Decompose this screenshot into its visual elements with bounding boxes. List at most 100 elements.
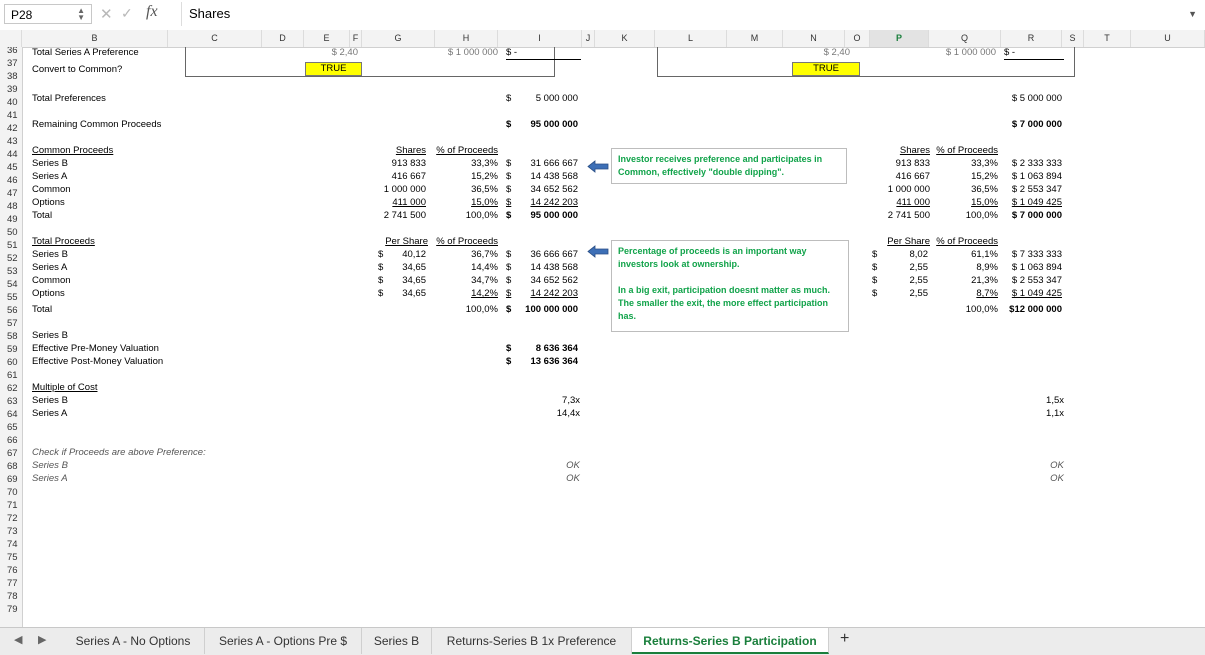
- chevron-down-icon[interactable]: ▼: [1188, 9, 1197, 19]
- convert-flag-right[interactable]: TRUE: [792, 62, 860, 76]
- row-header[interactable]: 55: [0, 292, 21, 303]
- row-header[interactable]: 41: [0, 110, 21, 121]
- total-proceeds-heading: Total Proceeds: [32, 236, 95, 247]
- row-header[interactable]: 74: [0, 539, 21, 550]
- total-row-per-share: 34,65: [402, 262, 426, 273]
- common-row-pct: 33,3%: [471, 158, 498, 169]
- column-header-n[interactable]: N: [783, 30, 845, 47]
- column-header-s[interactable]: S: [1062, 30, 1084, 47]
- row-header[interactable]: 70: [0, 487, 21, 498]
- row-header[interactable]: 59: [0, 344, 21, 355]
- row-header[interactable]: 39: [0, 84, 21, 95]
- column-header-c[interactable]: C: [168, 30, 262, 47]
- column-header-d[interactable]: D: [262, 30, 304, 47]
- row-header[interactable]: 79: [0, 604, 21, 615]
- column-header-b[interactable]: B: [22, 30, 168, 47]
- sheet-tab[interactable]: Series A - No Options: [62, 628, 205, 654]
- row-header[interactable]: 77: [0, 578, 21, 589]
- total-row-label: Series B: [32, 249, 68, 260]
- common-row-pct: 15,0%: [471, 197, 498, 208]
- column-header-q[interactable]: Q: [929, 30, 1001, 47]
- column-header-l[interactable]: L: [655, 30, 727, 47]
- confirm-icon[interactable]: ✓: [121, 5, 133, 22]
- sheet-tab[interactable]: Series A - Options Pre $: [205, 628, 362, 654]
- row-header[interactable]: 52: [0, 253, 21, 264]
- note-spacer: [618, 271, 842, 284]
- common-row-shares: 416 667: [391, 171, 426, 182]
- function-icon[interactable]: fx: [146, 3, 158, 21]
- row-header[interactable]: 76: [0, 565, 21, 576]
- row55-pct: 100,0%: [465, 304, 498, 315]
- cancel-icon[interactable]: ✕: [100, 5, 113, 23]
- column-header-i[interactable]: I: [498, 30, 582, 47]
- row36-i: $ -: [506, 47, 581, 60]
- column-header-o[interactable]: O: [845, 30, 870, 47]
- sheet-tab[interactable]: Returns-Series B 1x Preference: [432, 628, 632, 654]
- sheet-tab[interactable]: Returns-Series B Participation: [632, 628, 829, 654]
- row-header[interactable]: 50: [0, 227, 21, 238]
- row-header[interactable]: 69: [0, 474, 21, 485]
- row-header[interactable]: 58: [0, 331, 21, 342]
- sheet-tab[interactable]: Series B: [362, 628, 432, 654]
- column-header-g[interactable]: G: [362, 30, 435, 47]
- row-header[interactable]: 65: [0, 422, 21, 433]
- row36-r: $ -: [1004, 47, 1064, 60]
- next-sheet-icon[interactable]: ▶: [38, 633, 46, 646]
- column-header-f[interactable]: F: [350, 30, 362, 47]
- row-header[interactable]: 63: [0, 396, 21, 407]
- row-header[interactable]: 73: [0, 526, 21, 537]
- name-box[interactable]: P28 ▲ ▼: [4, 4, 92, 24]
- row-header[interactable]: 51: [0, 240, 21, 251]
- row-header[interactable]: 62: [0, 383, 21, 394]
- column-header-m[interactable]: M: [727, 30, 783, 47]
- row-header[interactable]: 45: [0, 162, 21, 173]
- row-header[interactable]: 66: [0, 435, 21, 446]
- row-header[interactable]: 75: [0, 552, 21, 563]
- column-header-u[interactable]: U: [1131, 30, 1205, 47]
- sheet-grid[interactable]: Total Series A Preference $ 2,40 $ 1 000…: [22, 47, 1205, 627]
- formula-input[interactable]: Shares: [189, 6, 230, 21]
- name-box-stepper-icon[interactable]: ▲ ▼: [77, 7, 85, 22]
- row-header[interactable]: 40: [0, 97, 21, 108]
- common-row-value-right: $ 2 333 333: [1011, 158, 1062, 169]
- row-header[interactable]: 60: [0, 357, 21, 368]
- row-header[interactable]: 48: [0, 201, 21, 212]
- common-row-pct-right: 15,0%: [971, 197, 998, 208]
- row-header[interactable]: 38: [0, 71, 21, 82]
- column-header-e[interactable]: E: [304, 30, 350, 47]
- row-header[interactable]: 78: [0, 591, 21, 602]
- column-header-p[interactable]: P: [870, 30, 929, 47]
- column-header-r[interactable]: R: [1001, 30, 1062, 47]
- row-header[interactable]: 61: [0, 370, 21, 381]
- common-row-pct: 15,2%: [471, 171, 498, 182]
- row-header[interactable]: 46: [0, 175, 21, 186]
- select-all-corner[interactable]: [0, 30, 22, 47]
- add-sheet-button[interactable]: +: [840, 630, 849, 648]
- row-header[interactable]: 49: [0, 214, 21, 225]
- total-row-pct-right: 8,9%: [976, 262, 998, 273]
- column-header-j[interactable]: J: [582, 30, 595, 47]
- row-header[interactable]: 68: [0, 461, 21, 472]
- row-header[interactable]: 53: [0, 266, 21, 277]
- row-header[interactable]: 36: [0, 47, 21, 56]
- row55-pct-right: 100,0%: [965, 304, 998, 315]
- column-header-t[interactable]: T: [1084, 30, 1131, 47]
- prev-sheet-icon[interactable]: ◀: [14, 633, 22, 646]
- row62-value: 7,3x: [562, 395, 580, 406]
- row-header[interactable]: 44: [0, 149, 21, 160]
- row-header[interactable]: 64: [0, 409, 21, 420]
- row-header[interactable]: 37: [0, 58, 21, 69]
- row-header[interactable]: 56: [0, 305, 21, 316]
- row-header[interactable]: 67: [0, 448, 21, 459]
- multiple-of-cost-heading: Multiple of Cost: [32, 382, 98, 393]
- row-header[interactable]: 54: [0, 279, 21, 290]
- row-header[interactable]: 47: [0, 188, 21, 199]
- row-header[interactable]: 71: [0, 500, 21, 511]
- row-header[interactable]: 43: [0, 136, 21, 147]
- row-header[interactable]: 57: [0, 318, 21, 329]
- column-header-h[interactable]: H: [435, 30, 498, 47]
- convert-flag-left[interactable]: TRUE: [305, 62, 362, 76]
- row-header[interactable]: 72: [0, 513, 21, 524]
- column-header-k[interactable]: K: [595, 30, 655, 47]
- row-header[interactable]: 42: [0, 123, 21, 134]
